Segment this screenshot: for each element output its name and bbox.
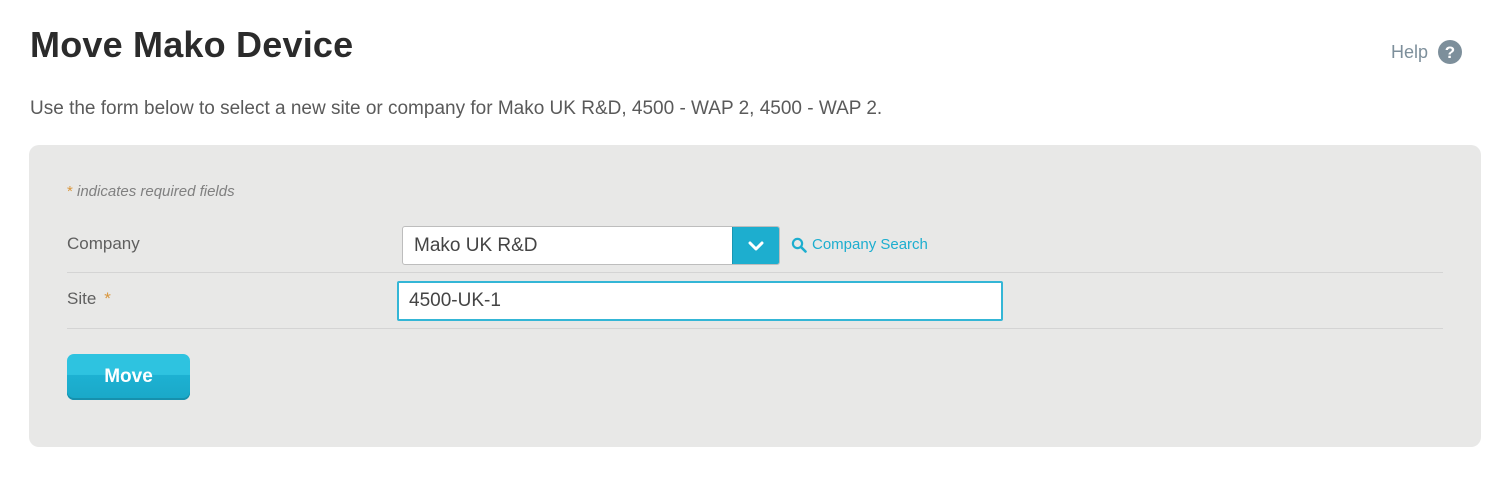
search-icon (791, 237, 807, 253)
intro-text: Use the form below to select a new site … (30, 98, 883, 119)
page: Move Mako Device Help ? Use the form bel… (0, 0, 1512, 479)
required-fields-note: * indicates required fields (67, 183, 235, 200)
move-button[interactable]: Move (67, 354, 190, 400)
company-select-toggle[interactable] (732, 227, 779, 264)
help-link[interactable]: Help ? (1391, 40, 1462, 64)
question-circle-icon[interactable]: ? (1438, 40, 1462, 64)
company-select-value[interactable]: Mako UK R&D (403, 227, 732, 264)
site-label: Site * (67, 289, 111, 309)
company-search-link[interactable]: Company Search (791, 236, 928, 253)
page-title: Move Mako Device (30, 24, 354, 65)
company-search-label: Company Search (812, 236, 928, 253)
company-select[interactable]: Mako UK R&D (402, 226, 780, 265)
move-form-panel: * indicates required fields Company Mako… (29, 145, 1481, 447)
help-label: Help (1390, 41, 1428, 62)
company-row: Company Mako UK R&D Company Search (67, 217, 1443, 273)
company-label: Company (67, 234, 140, 253)
site-label-text: Site (67, 289, 97, 308)
required-note-text: indicates required fields (72, 183, 235, 200)
site-required-star: * (104, 289, 111, 308)
site-input[interactable] (397, 281, 1003, 321)
chevron-down-icon (748, 241, 764, 250)
site-row: Site * (67, 273, 1443, 329)
